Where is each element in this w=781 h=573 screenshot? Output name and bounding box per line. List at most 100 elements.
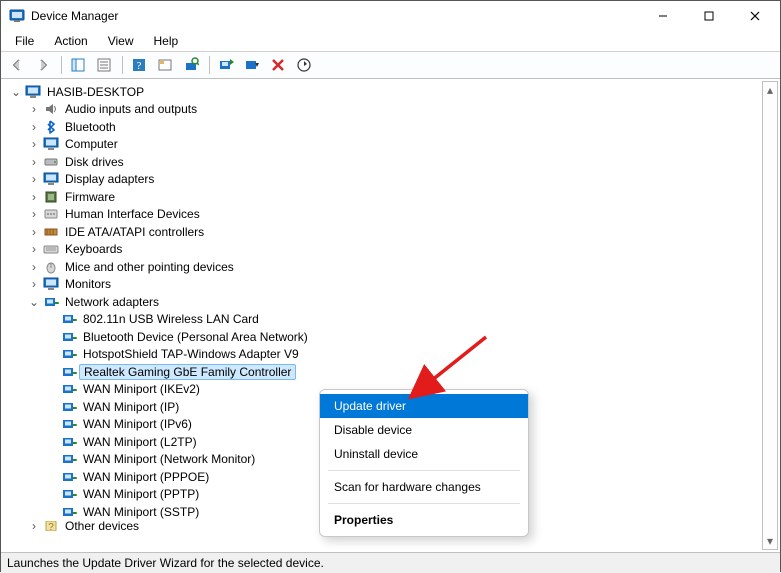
forward-button[interactable]	[31, 53, 55, 77]
chip-icon	[43, 189, 59, 205]
tree-device[interactable]: › Bluetooth Device (Personal Area Networ…	[9, 328, 762, 346]
tree-root[interactable]: ⌄ HASIB-DESKTOP	[9, 83, 762, 101]
tree-category[interactable]: › Keyboards	[9, 241, 762, 259]
tree-device-label: WAN Miniport (IPv6)	[81, 417, 194, 431]
tree-category[interactable]: › Computer	[9, 136, 762, 154]
computer-icon	[25, 84, 41, 100]
cm-scan-hardware[interactable]: Scan for hardware changes	[320, 475, 528, 499]
tree-category[interactable]: › Monitors	[9, 276, 762, 294]
cm-update-driver[interactable]: Update driver	[320, 394, 528, 418]
other-icon	[43, 521, 59, 531]
disable-device-button[interactable]	[240, 53, 264, 77]
network-adapter-icon	[61, 434, 77, 450]
help-button[interactable]: ?	[127, 53, 151, 77]
monitor-icon	[43, 136, 59, 152]
expand-icon[interactable]: ›	[27, 207, 41, 221]
expand-icon[interactable]: ›	[27, 242, 41, 256]
tree-category[interactable]: › Firmware	[9, 188, 762, 206]
tree-device-label: WAN Miniport (IP)	[81, 400, 181, 414]
menu-action[interactable]: Action	[46, 32, 95, 50]
expand-icon[interactable]: ›	[27, 521, 41, 531]
close-button[interactable]	[732, 1, 778, 31]
show-hide-tree-button[interactable]	[66, 53, 90, 77]
tree-category[interactable]: › Disk drives	[9, 153, 762, 171]
tree-device[interactable]: › Realtek Gaming GbE Family Controller	[9, 363, 762, 381]
network-adapter-icon	[61, 364, 77, 380]
expand-icon[interactable]: ›	[27, 277, 41, 291]
svg-text:?: ?	[137, 60, 142, 72]
tree-category[interactable]: › Mice and other pointing devices	[9, 258, 762, 276]
tree-device-label: Bluetooth Device (Personal Area Network)	[81, 330, 310, 344]
scroll-thumb[interactable]	[763, 98, 777, 533]
network-adapter-icon	[61, 346, 77, 362]
collapse-icon[interactable]: ⌄	[27, 295, 41, 309]
back-button[interactable]	[5, 53, 29, 77]
cm-disable-device[interactable]: Disable device	[320, 418, 528, 442]
cm-properties[interactable]: Properties	[320, 508, 528, 532]
maximize-button[interactable]	[686, 1, 732, 31]
monitor-icon	[43, 171, 59, 187]
expand-icon[interactable]: ›	[27, 155, 41, 169]
action-toolbar-2[interactable]	[292, 53, 316, 77]
cm-label: Disable device	[334, 423, 412, 437]
tree-category[interactable]: ⌄ Network adapters	[9, 293, 762, 311]
toolbar-separator	[209, 56, 210, 74]
tree-category[interactable]: › Human Interface Devices	[9, 206, 762, 224]
keyboard-icon	[43, 241, 59, 257]
cm-label: Scan for hardware changes	[334, 480, 481, 494]
tree-category-label: Display adapters	[63, 172, 156, 186]
minimize-button[interactable]	[640, 1, 686, 31]
expand-icon[interactable]: ›	[27, 137, 41, 151]
menu-file[interactable]: File	[7, 32, 42, 50]
tree-root-label: HASIB-DESKTOP	[45, 85, 146, 99]
properties-toolbar-button[interactable]	[92, 53, 116, 77]
network-adapter-icon	[61, 504, 77, 520]
cm-label: Properties	[334, 513, 393, 527]
tree-device-label: WAN Miniport (SSTP)	[81, 505, 201, 519]
expand-icon[interactable]: ›	[27, 260, 41, 274]
speaker-icon	[43, 101, 59, 117]
hid-icon	[43, 206, 59, 222]
menu-view[interactable]: View	[100, 32, 142, 50]
tree-category-label: Disk drives	[63, 155, 126, 169]
expand-icon[interactable]: ›	[27, 172, 41, 186]
tree-category-label: Monitors	[63, 277, 113, 291]
tree-device[interactable]: › HotspotShield TAP-Windows Adapter V9	[9, 346, 762, 364]
disk-icon	[43, 154, 59, 170]
tree-category-label: Mice and other pointing devices	[63, 260, 236, 274]
window-title: Device Manager	[31, 9, 640, 23]
tree-category[interactable]: › Bluetooth	[9, 118, 762, 136]
monitor-icon	[43, 276, 59, 292]
tree-category-label: Network adapters	[63, 295, 161, 309]
action-toolbar-1[interactable]	[153, 53, 177, 77]
network-adapter-icon	[61, 416, 77, 432]
vertical-scrollbar[interactable]: ▴ ▾	[762, 81, 778, 550]
expand-icon[interactable]: ›	[27, 225, 41, 239]
scan-hardware-button[interactable]	[179, 53, 203, 77]
scroll-down-icon[interactable]: ▾	[763, 533, 777, 549]
device-manager-icon	[9, 8, 25, 24]
bluetooth-icon	[43, 119, 59, 135]
scroll-up-icon[interactable]: ▴	[763, 82, 777, 98]
toolbar: ?	[1, 51, 780, 79]
tree-device-label: WAN Miniport (Network Monitor)	[81, 452, 257, 466]
network-adapter-icon	[61, 469, 77, 485]
cm-separator	[328, 470, 520, 471]
tree-category[interactable]: › IDE ATA/ATAPI controllers	[9, 223, 762, 241]
tree-category[interactable]: › Audio inputs and outputs	[9, 101, 762, 119]
tree-device-label: 802.11n USB Wireless LAN Card	[81, 312, 261, 326]
tree-category[interactable]: › Display adapters	[9, 171, 762, 189]
expand-icon[interactable]: ›	[27, 120, 41, 134]
menu-help[interactable]: Help	[146, 32, 187, 50]
expand-icon[interactable]: ›	[27, 190, 41, 204]
network-adapter-icon	[61, 311, 77, 327]
tree-device[interactable]: › 802.11n USB Wireless LAN Card	[9, 311, 762, 329]
uninstall-device-button[interactable]	[266, 53, 290, 77]
cm-uninstall-device[interactable]: Uninstall device	[320, 442, 528, 466]
update-driver-button[interactable]	[214, 53, 238, 77]
status-text: Launches the Update Driver Wizard for th…	[7, 556, 324, 570]
expand-icon[interactable]: ›	[27, 102, 41, 116]
network-adapter-icon	[61, 451, 77, 467]
collapse-icon[interactable]: ⌄	[9, 85, 23, 99]
mouse-icon	[43, 259, 59, 275]
